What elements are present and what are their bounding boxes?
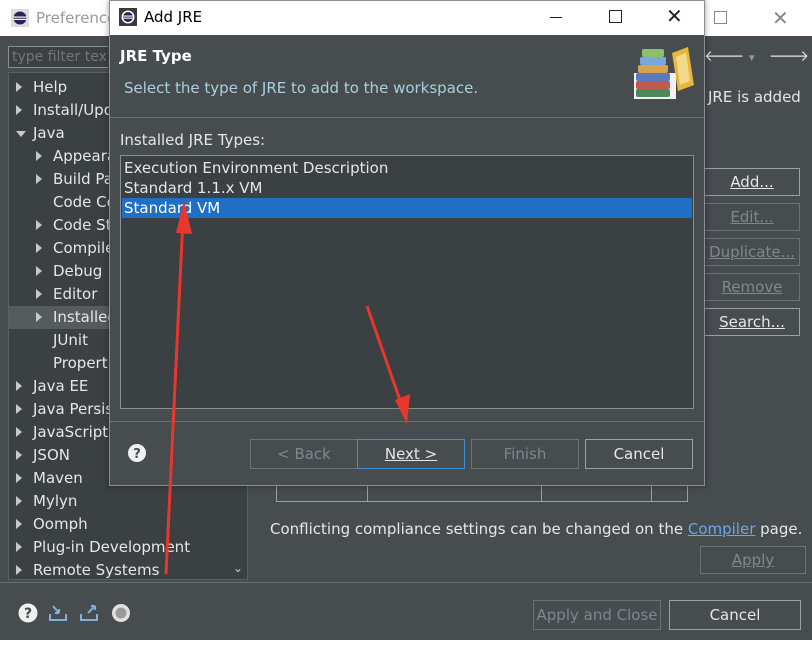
tree-item-label: Mylyn [33, 492, 78, 510]
eclipse-app-icon [11, 9, 29, 27]
wizard-description: Select the type of JRE to add to the wor… [124, 79, 479, 97]
minimize-icon[interactable] [550, 17, 562, 18]
tree-collapsed-icon[interactable] [36, 151, 42, 161]
maximize-icon[interactable] [714, 11, 727, 24]
jre-library-icon [634, 47, 694, 99]
compiler-link[interactable]: Compiler [688, 520, 756, 538]
back-arrow-icon[interactable]: 🡐 [704, 47, 744, 65]
tree-item[interactable]: Plug-in Development [9, 536, 231, 559]
tree-item-label: Java [33, 124, 65, 142]
help-icon[interactable]: ? [17, 602, 39, 624]
tree-collapsed-icon[interactable] [16, 473, 22, 483]
jre-types-label: Installed JRE Types: [120, 131, 266, 149]
tree-item-label: JavaScript [33, 423, 109, 441]
tree-collapsed-icon[interactable] [36, 312, 42, 322]
cancel-button[interactable]: Cancel [585, 439, 693, 469]
tree-item-label: Remote Systems [33, 561, 160, 579]
tree-collapsed-icon[interactable] [16, 519, 22, 529]
tree-collapsed-icon[interactable] [36, 266, 42, 276]
divider [110, 421, 704, 422]
compliance-message: Conflicting compliance settings can be c… [270, 520, 803, 538]
tree-item-label: Java EE [33, 377, 89, 395]
eclipse-app-icon [119, 8, 137, 26]
edit-jre-button[interactable]: Edit... [704, 203, 800, 231]
preferences-cancel-button[interactable]: Cancel [669, 600, 801, 630]
tree-collapsed-icon[interactable] [16, 381, 22, 391]
finish-button[interactable]: Finish [471, 439, 579, 469]
jre-type-item[interactable]: Standard VM [122, 198, 692, 218]
wizard-heading: JRE Type [120, 47, 192, 65]
back-button[interactable]: < Back [250, 439, 358, 469]
tree-item-label: Maven [33, 469, 83, 487]
tree-collapsed-icon[interactable] [36, 174, 42, 184]
tree-item[interactable]: Mylyn [9, 490, 231, 513]
jre-type-item[interactable]: Standard 1.1.x VM [122, 178, 692, 198]
add-jre-button[interactable]: Add... [704, 168, 800, 196]
tree-collapsed-icon[interactable] [36, 220, 42, 230]
svg-text:?: ? [24, 606, 32, 622]
close-icon[interactable]: ✕ [772, 6, 789, 30]
tree-expanded-icon[interactable] [16, 131, 26, 137]
duplicate-jre-button[interactable]: Duplicate... [704, 238, 800, 266]
forward-arrow-icon[interactable]: 🡒 [769, 47, 809, 65]
tree-collapsed-icon[interactable] [16, 496, 22, 506]
status-strip [0, 640, 812, 648]
tree-collapsed-icon[interactable] [16, 450, 22, 460]
tree-collapsed-icon[interactable] [36, 243, 42, 253]
tree-collapsed-icon[interactable] [16, 542, 22, 552]
scroll-down-icon[interactable]: ⌄ [233, 561, 243, 575]
jre-type-item[interactable]: Execution Environment Description [122, 158, 692, 178]
tree-item-label: Oomph [33, 515, 88, 533]
help-icon[interactable]: ? [127, 443, 147, 463]
jre-types-list[interactable]: Execution Environment Description Standar… [120, 155, 694, 409]
tree-item-label: Plug-in Development [33, 538, 191, 556]
jre-table-bottom [276, 486, 688, 502]
import-icon[interactable] [47, 602, 69, 624]
dialog-title: Add JRE [144, 8, 203, 26]
jre-description-text: JRE is added [708, 88, 801, 106]
tree-item-label: JUnit [53, 331, 88, 349]
chevron-down-icon[interactable]: ▾ [749, 51, 755, 64]
tree-item[interactable]: Oomph [9, 513, 231, 536]
maximize-icon[interactable] [609, 10, 622, 23]
tree-collapsed-icon[interactable] [36, 289, 42, 299]
tree-collapsed-icon[interactable] [16, 404, 22, 414]
apply-and-close-button[interactable]: Apply and Close [533, 600, 661, 630]
close-icon[interactable]: ✕ [666, 4, 683, 28]
export-icon[interactable] [78, 602, 100, 624]
tree-collapsed-icon[interactable] [16, 427, 22, 437]
add-jre-dialog: Add JRE ✕ JRE Type Select the type of JR… [109, 0, 705, 486]
tree-collapsed-icon[interactable] [16, 105, 22, 115]
tree-item-label: JSON [33, 446, 70, 464]
filter-input[interactable] [8, 46, 108, 68]
svg-text:?: ? [133, 447, 141, 462]
wizard-header: JRE Type Select the type of JRE to add t… [110, 35, 704, 118]
search-jre-button[interactable]: Search... [704, 308, 800, 336]
dialog-titlebar: Add JRE ✕ [110, 1, 704, 35]
apply-button[interactable]: Apply [700, 546, 806, 574]
tree-collapsed-icon[interactable] [16, 82, 22, 92]
tree-item-label: Help [33, 78, 68, 96]
tree-item[interactable]: Remote Systems [9, 559, 231, 579]
tree-collapsed-icon[interactable] [16, 565, 22, 575]
divider [0, 582, 812, 583]
tree-item-label: Editor [53, 285, 98, 303]
oomph-record-icon[interactable] [110, 602, 132, 624]
history-navigation: 🡐 ▾ 🡒 ▾ ▾ [704, 46, 812, 65]
remove-jre-button[interactable]: Remove [704, 273, 800, 301]
tree-item-label: Debug [53, 262, 103, 280]
next-button[interactable]: Next > [357, 439, 465, 469]
